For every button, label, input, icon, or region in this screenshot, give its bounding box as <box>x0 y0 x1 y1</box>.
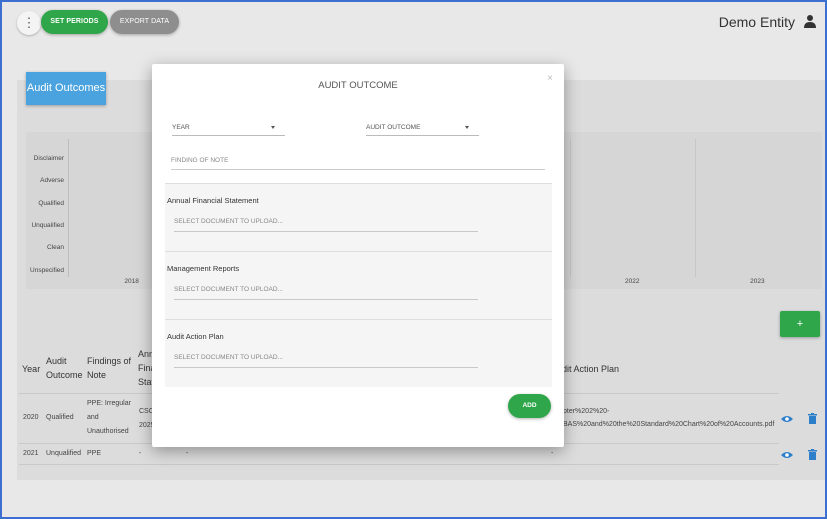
modal-title: AUDIT OUTCOME <box>318 80 398 91</box>
row1-plan-line2[interactable]: BAS%20and%20the%20Standard%20Chart%20of%… <box>563 418 774 432</box>
tab-audit-outcomes[interactable]: Audit Outcomes <box>26 72 106 105</box>
row2-outcome: Unqualified <box>46 450 82 457</box>
col-header-afs: Ann Fina Stat <box>138 349 152 387</box>
row1-findings: PPE: Irregular and Unauthorised <box>87 400 131 435</box>
y-tick-label: Disclaimer <box>33 155 64 162</box>
x-gridline <box>569 139 571 277</box>
management-reports-section: Management Reports SELECT DOCUMENT TO UP… <box>165 251 552 319</box>
audit-outcome-modal: AUDIT OUTCOME × YEAR AUDIT OUTCOME FINDI… <box>152 64 564 447</box>
export-data-button[interactable]: EXPORT DATA <box>110 10 179 34</box>
year-select[interactable]: YEAR <box>172 122 285 136</box>
y-tick-label: Unqualified <box>31 221 64 229</box>
y-tick-label: Qualified <box>38 199 64 207</box>
table-row-divider <box>19 464 779 465</box>
audit-outcome-select-label: AUDIT OUTCOME <box>366 124 421 131</box>
audit-outcome-select[interactable]: AUDIT OUTCOME <box>366 122 479 136</box>
year-select-label: YEAR <box>172 124 190 131</box>
chevron-down-icon <box>271 126 275 129</box>
set-periods-button[interactable]: SET PERIODS <box>41 10 108 34</box>
x-gridline <box>694 139 696 277</box>
section-label: Annual Financial Statement <box>167 196 259 205</box>
action-plan-upload-input[interactable]: SELECT DOCUMENT TO UPLOAD... <box>174 351 478 368</box>
row2-plan: - <box>551 450 554 457</box>
row1-plan-line1[interactable]: pter%202%20- <box>563 405 609 419</box>
chart-y-axis <box>68 139 69 277</box>
annual-financial-statement-section: Annual Financial Statement SELECT DOCUME… <box>165 183 552 251</box>
col-header-year: Year <box>22 364 41 374</box>
row2-dash: - <box>186 450 189 457</box>
add-audit-outcome-button[interactable]: + <box>780 311 820 337</box>
section-label: Management Reports <box>167 264 240 273</box>
row1-year: 2020 <box>23 414 39 421</box>
afs-upload-input[interactable]: SELECT DOCUMENT TO UPLOAD... <box>174 215 478 232</box>
add-button[interactable]: ADD <box>508 394 551 418</box>
person-icon[interactable] <box>804 14 816 28</box>
audit-action-plan-section: Audit Action Plan SELECT DOCUMENT TO UPL… <box>165 319 552 387</box>
row1-outcome: Qualified <box>46 414 74 421</box>
chevron-down-icon <box>465 126 469 129</box>
entity-name: Demo Entity <box>718 14 795 30</box>
y-tick-label: Clean <box>47 244 64 252</box>
trash-icon[interactable] <box>808 413 817 424</box>
eye-icon[interactable] <box>781 415 793 423</box>
row2-afs: - <box>139 450 142 457</box>
management-reports-upload-input[interactable]: SELECT DOCUMENT TO UPLOAD... <box>174 283 478 300</box>
eye-icon[interactable] <box>781 451 793 459</box>
col-header-audit-outcome: Audit Outcome <box>46 356 83 380</box>
section-label: Audit Action Plan <box>167 332 224 341</box>
y-tick-label: Unspecified <box>30 266 64 274</box>
row1-afs: CSO 2025 <box>139 408 152 429</box>
trash-icon[interactable] <box>808 449 817 460</box>
col-header-action-plan: dit Action Plan <box>562 364 620 374</box>
app-window: ⋮ SET PERIODS EXPORT DATA Demo Entity Au… <box>0 0 827 519</box>
x-tick-label: 2022 <box>625 278 640 285</box>
y-tick-label: Adverse <box>40 177 64 185</box>
row2-year: 2021 <box>23 450 39 457</box>
row2-findings: PPE <box>87 450 102 457</box>
more-vertical-icon[interactable]: ⋮ <box>17 11 41 35</box>
close-icon[interactable]: × <box>547 73 553 84</box>
x-tick-label: 2023 <box>750 278 765 285</box>
col-header-findings: Findings of Note <box>87 356 132 380</box>
finding-of-note-input[interactable]: FINDING OF NOTE <box>171 154 545 170</box>
